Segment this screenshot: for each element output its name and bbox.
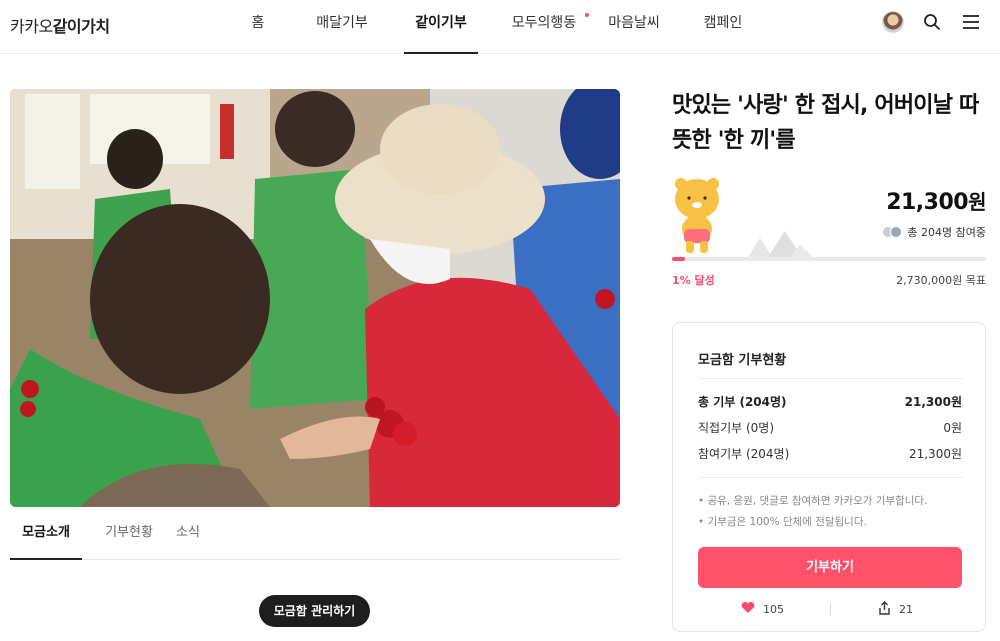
reactions-bar: 105 21 xyxy=(698,599,962,621)
new-dot xyxy=(585,13,589,17)
profile-avatar[interactable] xyxy=(882,11,904,33)
logo-name: 같이가치 xyxy=(52,17,110,36)
ryan-character-icon xyxy=(672,177,722,259)
percent-achieved: 1% 달성 xyxy=(672,274,715,287)
divider xyxy=(830,603,831,616)
raised-amount: 21,300원 xyxy=(886,190,986,215)
divider xyxy=(698,477,962,478)
tab-news[interactable]: 소식 xyxy=(162,508,214,560)
content-tabs: 모금소개 기부현황 소식 xyxy=(10,508,620,560)
heart-icon xyxy=(741,601,755,617)
donation-status-box: 모금함 기부현황 총 기부 (204명) 21,300원 직접기부 (0명) 0원 … xyxy=(672,322,986,632)
like-count: 105 xyxy=(763,602,784,616)
logo[interactable]: 카카오같이가치 xyxy=(10,13,110,37)
campaign-title: 맛있는 '사랑' 한 접시, 어버이날 따뜻한 '한 끼'를 xyxy=(672,93,979,153)
top-header: 카카오같이가치 홈 매달기부 같이기부 모두의행동 마음날씨 캠페인 xyxy=(0,0,1000,54)
total-donation-row: 총 기부 (204명) 21,300원 xyxy=(698,395,962,409)
nav-home[interactable]: 홈 xyxy=(230,0,286,54)
share-icon xyxy=(878,601,891,618)
nav-campaign[interactable]: 캠페인 xyxy=(696,0,750,54)
mountain-illustration xyxy=(740,226,820,258)
info-note: • 기부금은 100% 단체에 전달됩니다. xyxy=(698,516,867,528)
progress-bar xyxy=(672,257,986,261)
campaign-photo xyxy=(10,89,620,507)
nav-together[interactable]: 같이기부 xyxy=(404,0,478,54)
participants-count: 총 204명 참여중 xyxy=(882,224,986,240)
logo-prefix: 카카오 xyxy=(10,17,53,36)
nav-monthly[interactable]: 매달기부 xyxy=(308,0,376,54)
box-title: 모금함 기부현황 xyxy=(698,353,787,368)
divider xyxy=(698,378,962,379)
participant-avatar xyxy=(890,226,903,238)
progress-fill xyxy=(672,257,685,261)
nav-action[interactable]: 모두의행동 xyxy=(504,0,589,54)
main-nav: 홈 매달기부 같이기부 모두의행동 마음날씨 캠페인 xyxy=(230,0,750,54)
search-icon[interactable] xyxy=(921,11,943,33)
tab-intro[interactable]: 모금소개 xyxy=(10,508,82,560)
manage-fund-button[interactable]: 모금함 관리하기 xyxy=(259,595,370,627)
participation-donation-row: 참여기부 (204명) 21,300원 xyxy=(698,447,962,461)
header-actions xyxy=(882,11,982,33)
like-button[interactable]: 105 xyxy=(741,601,784,617)
share-button[interactable]: 21 xyxy=(878,601,913,618)
goal-amount: 2,730,000원 목표 xyxy=(896,274,986,287)
tab-donations[interactable]: 기부현황 xyxy=(90,508,168,560)
info-note: • 공유, 응원, 댓글로 참여하면 카카오가 기부합니다. xyxy=(698,495,928,507)
donate-button[interactable]: 기부하기 xyxy=(698,547,962,588)
menu-icon[interactable] xyxy=(960,11,982,33)
direct-donation-row: 직접기부 (0명) 0원 xyxy=(698,421,962,435)
share-count: 21 xyxy=(899,603,913,616)
nav-weather[interactable]: 마음날씨 xyxy=(600,0,668,54)
